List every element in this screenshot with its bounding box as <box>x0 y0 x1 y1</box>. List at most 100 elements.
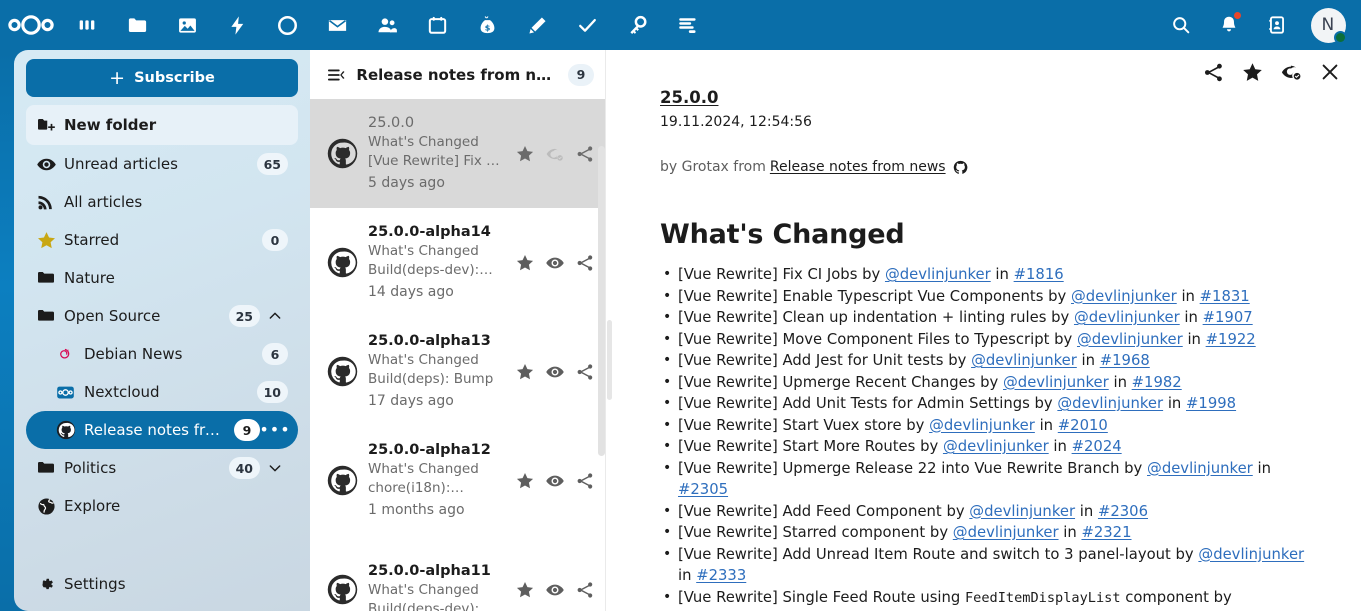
share-icon[interactable] <box>1200 59 1226 85</box>
pr-link[interactable]: #2010 <box>1058 417 1108 434</box>
sidebar-item-nextcloud[interactable]: Nextcloud 10 <box>26 373 298 411</box>
change-text: [Vue Rewrite] Single Feed Route using <box>678 589 965 606</box>
author-link[interactable]: @devlinjunker <box>1077 331 1183 348</box>
pr-link[interactable]: #1998 <box>1186 395 1236 412</box>
news-icon[interactable] <box>662 0 712 50</box>
sidebar-item-new-folder[interactable]: New folder <box>26 105 298 145</box>
article-detail-title-link[interactable]: 25.0.0 <box>660 88 718 107</box>
share-icon[interactable] <box>574 579 596 601</box>
star-icon[interactable] <box>514 143 536 165</box>
star-icon[interactable] <box>514 470 536 492</box>
article-list-item[interactable]: 25.0.0-alpha11 What's Changed Build(deps… <box>310 535 606 611</box>
author-link[interactable]: @devlinjunker <box>929 417 1035 434</box>
dashboard-icon[interactable] <box>62 0 112 50</box>
sidebar-item-explore[interactable]: Explore <box>26 487 298 525</box>
author-link[interactable]: @devlinjunker <box>1074 309 1180 326</box>
change-text: in <box>1049 438 1072 455</box>
contacts-icon[interactable] <box>362 0 412 50</box>
pr-link[interactable]: #2305 <box>678 481 728 498</box>
user-avatar[interactable]: N <box>1301 0 1355 50</box>
share-icon[interactable] <box>574 470 596 492</box>
calendar-icon[interactable] <box>412 0 462 50</box>
notifications-bell-icon[interactable] <box>1205 0 1253 50</box>
eye-icon[interactable] <box>544 252 566 274</box>
close-icon[interactable] <box>1317 59 1343 85</box>
contacts-menu-icon[interactable] <box>1253 0 1301 50</box>
author-link[interactable]: @devlinjunker <box>971 352 1077 369</box>
eye-icon[interactable] <box>544 579 566 601</box>
eye-check-icon[interactable] <box>544 143 566 165</box>
sidebar-item-starred[interactable]: Starred 0 <box>26 221 298 259</box>
change-text: [Vue Rewrite] Add Feed Component by <box>678 503 969 520</box>
tasks-icon[interactable] <box>562 0 612 50</box>
pr-link[interactable]: #1816 <box>1014 266 1064 283</box>
sidebar-item-open-source[interactable]: Open Source 25 <box>26 297 298 335</box>
search-icon[interactable] <box>1157 0 1205 50</box>
star-icon[interactable] <box>514 252 536 274</box>
unread-count-badge: 65 <box>257 153 288 175</box>
star-icon[interactable] <box>514 579 536 601</box>
eye-icon[interactable] <box>544 361 566 383</box>
activity-icon[interactable] <box>212 0 262 50</box>
collapse-sidebar-icon[interactable] <box>320 65 352 85</box>
article-detail-panel: 25.0.0 19.11.2024, 12:54:56 by Grotax fr… <box>606 50 1361 611</box>
author-link[interactable]: @devlinjunker <box>1147 460 1253 477</box>
pr-link[interactable]: #1922 <box>1206 331 1256 348</box>
nextcloud-feed-icon <box>56 383 84 402</box>
pr-link[interactable]: #2306 <box>1098 503 1148 520</box>
author-link[interactable]: @devlinjunker <box>943 438 1049 455</box>
star-icon[interactable] <box>1239 59 1265 85</box>
detail-scrollbar[interactable] <box>607 320 612 400</box>
article-list-item[interactable]: 25.0.0 What's Changed [Vue Rewrite] Fix … <box>310 99 606 208</box>
files-icon[interactable] <box>112 0 162 50</box>
author-link[interactable]: @devlinjunker <box>969 503 1075 520</box>
chevron-down-icon[interactable] <box>262 460 288 476</box>
eye-icon[interactable] <box>544 470 566 492</box>
sidebar-item-politics[interactable]: Politics 40 <box>26 449 298 487</box>
article-item-subtitle: What's Changed chore(i18n): improved <box>368 460 508 498</box>
author-link[interactable]: @devlinjunker <box>1003 374 1109 391</box>
article-list-item[interactable]: 25.0.0-alpha13 What's Changed Build(deps… <box>310 317 606 426</box>
star-icon[interactable] <box>514 361 536 383</box>
article-list-scrollbar[interactable] <box>598 146 605 456</box>
header-app-nav: $ <box>0 0 712 50</box>
pr-link[interactable]: #2321 <box>1081 524 1131 541</box>
pr-link[interactable]: #1982 <box>1132 374 1182 391</box>
sidebar-item-all-articles[interactable]: All articles <box>26 183 298 221</box>
circles-icon[interactable] <box>262 0 312 50</box>
cospend-icon[interactable]: $ <box>462 0 512 50</box>
chevron-up-icon[interactable] <box>262 308 288 324</box>
article-feed-link[interactable]: Release notes from news <box>770 159 946 175</box>
subscribe-button[interactable]: + Subscribe <box>26 59 298 97</box>
sidebar-item-settings[interactable]: Settings <box>26 565 298 603</box>
sidebar-item-nature[interactable]: Nature <box>26 259 298 297</box>
author-link[interactable]: @devlinjunker <box>885 266 991 283</box>
sidebar-item-debian-news[interactable]: Debian News 6 <box>26 335 298 373</box>
sidebar-item-unread-articles[interactable]: Unread articles 65 <box>26 145 298 183</box>
author-link[interactable]: @devlinjunker <box>953 524 1059 541</box>
author-link[interactable]: @devlinjunker <box>1071 288 1177 305</box>
author-link[interactable]: @devlinjunker <box>1057 395 1163 412</box>
nextcloud-logo[interactable] <box>0 0 62 50</box>
sidebar-label: Explore <box>64 497 288 515</box>
share-icon[interactable] <box>574 361 596 383</box>
article-list-title: Release notes from news <box>356 66 559 84</box>
notes-icon[interactable] <box>512 0 562 50</box>
article-item-title: 25.0.0 <box>368 113 508 133</box>
sidebar-item-release-notes-from-news[interactable]: Release notes from n… 9 ••• <box>26 411 298 449</box>
article-list-item[interactable]: 25.0.0-alpha12 What's Changed chore(i18n… <box>310 426 606 535</box>
eye-check-icon[interactable] <box>1278 59 1304 85</box>
photos-icon[interactable] <box>162 0 212 50</box>
share-icon[interactable] <box>574 143 596 165</box>
author-link[interactable]: @devlinjunker <box>1198 546 1304 563</box>
pr-link[interactable]: #1831 <box>1200 288 1250 305</box>
starred-count-badge: 0 <box>262 229 288 251</box>
article-list-item[interactable]: 25.0.0-alpha14 What's Changed Build(deps… <box>310 208 606 317</box>
pr-link[interactable]: #1907 <box>1203 309 1253 326</box>
pr-link[interactable]: #2333 <box>696 567 746 584</box>
share-icon[interactable] <box>574 252 596 274</box>
passwords-icon[interactable] <box>612 0 662 50</box>
pr-link[interactable]: #1968 <box>1100 352 1150 369</box>
mail-icon[interactable] <box>312 0 362 50</box>
pr-link[interactable]: #2024 <box>1072 438 1122 455</box>
